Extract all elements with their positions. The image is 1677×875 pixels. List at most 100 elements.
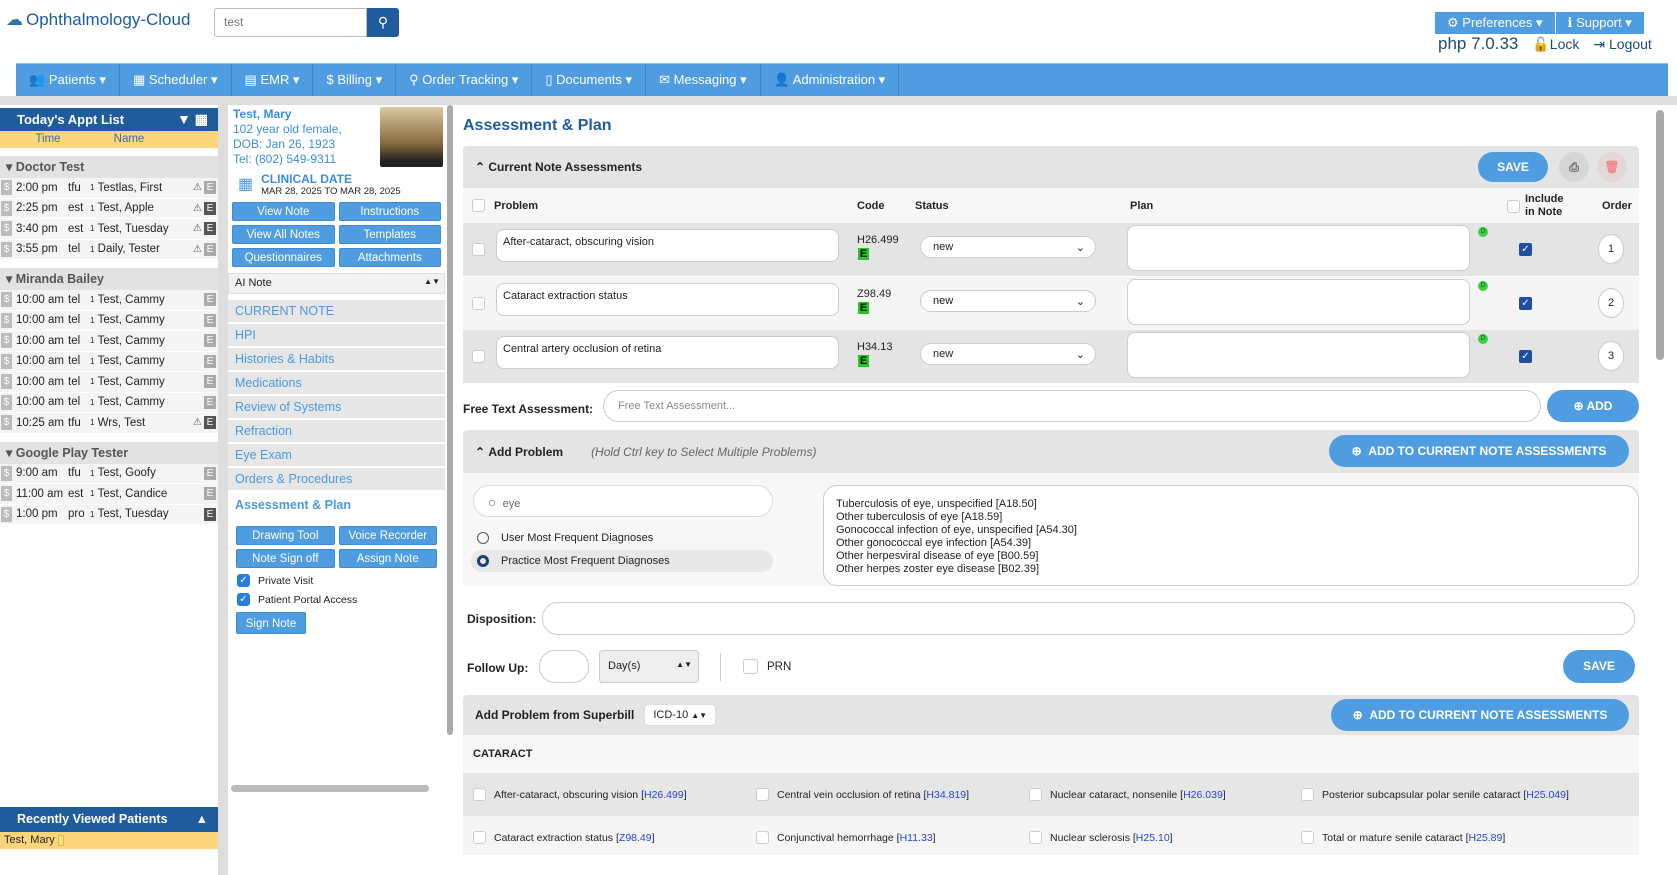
lock-link[interactable]: 🔓Lock — [1532, 36, 1579, 53]
order-field[interactable]: 3 — [1598, 341, 1624, 371]
order-field[interactable]: 2 — [1598, 287, 1624, 318]
radio-practice-frequent[interactable]: Practice Most Frequent Diagnoses — [471, 550, 773, 572]
nav-administration[interactable]: 👤 Administration ▾ — [761, 64, 900, 96]
appt-row[interactable]: $10:25 am tfu 1 Wrs, Test ⚠ E — [0, 413, 218, 434]
drawing-tool-button[interactable]: Drawing Tool — [236, 526, 335, 545]
superbill-item[interactable]: Nuclear sclerosis [H25.10] — [1029, 831, 1173, 844]
emr-icon[interactable]: E — [204, 416, 216, 430]
assign-note-button[interactable]: Assign Note — [338, 549, 437, 568]
emr-icon[interactable]: E — [204, 375, 216, 389]
superbill-item[interactable]: Conjunctival hemorrhage [H11.33] — [756, 831, 936, 844]
panel-hscrollbar[interactable] — [231, 785, 429, 792]
nav-billing[interactable]: $ Billing ▾ — [313, 64, 397, 96]
collapse-icon[interactable]: ▲ — [196, 807, 208, 832]
provider-group[interactable]: ▾ Google Play Tester — [0, 441, 218, 464]
recently-viewed-header[interactable]: Recently Viewed Patients ▲ — [0, 807, 218, 832]
superbill-item[interactable]: Nuclear cataract, nonsenile [H26.039] — [1029, 788, 1226, 801]
d-badge[interactable]: D — [1478, 334, 1488, 344]
problem-textarea[interactable]: After-cataract, obscuring vision — [496, 229, 839, 262]
emr-icon[interactable]: E — [204, 507, 216, 521]
appt-row[interactable]: $10:00 am tel 1 Test, Cammy E — [0, 290, 218, 311]
superbill-item[interactable]: Central vein occlusion of retina [H34.81… — [756, 788, 969, 801]
emr-icon[interactable]: E — [204, 242, 216, 256]
trash-icon[interactable]: 🗑 — [1597, 152, 1627, 182]
plan-textarea[interactable] — [1127, 225, 1470, 271]
row-checkbox[interactable] — [472, 243, 485, 256]
provider-group[interactable]: ▾ Doctor Test — [0, 156, 218, 178]
search-button[interactable]: ⚲ — [367, 8, 399, 37]
order-field[interactable]: 1 — [1598, 234, 1624, 264]
emr-icon[interactable]: E — [204, 293, 216, 307]
provider-group[interactable]: ▾ Miranda Bailey — [0, 268, 218, 290]
note-section-link[interactable]: HPI — [228, 324, 445, 346]
instructions-button[interactable]: Instructions — [338, 202, 441, 221]
current-note-header[interactable]: ⌃ Current Note Assessments SAVE ⎙ 🗑 — [463, 146, 1639, 188]
note-sign-off-button[interactable]: Note Sign off — [236, 549, 335, 568]
diagnosis-option[interactable]: Other herpesviral disease of eye [B00.59… — [836, 550, 1626, 563]
status-select[interactable]: new ⌄ — [920, 343, 1096, 365]
note-type-select[interactable]: AI Note ▲▼ — [228, 273, 445, 294]
view-all-notes-button[interactable]: View All Notes — [232, 225, 335, 244]
add-to-current-note-button[interactable]: ⊕ ADD TO CURRENT NOTE ASSESSMENTS — [1329, 435, 1629, 467]
emr-icon[interactable]: E — [204, 181, 216, 195]
status-select[interactable]: new ⌄ — [920, 289, 1096, 312]
recent-patient[interactable]: Test, Mary — [0, 832, 218, 849]
nav-scheduler[interactable]: ▦ Scheduler ▾ — [120, 64, 232, 96]
note-section-link[interactable]: Eye Exam — [228, 444, 445, 466]
add-button[interactable]: ⊕ ADD — [1547, 390, 1639, 422]
emr-icon[interactable]: E — [204, 487, 216, 501]
superbill-item[interactable]: Cataract extraction status [Z98.49] — [473, 831, 655, 844]
radio-user-frequent[interactable]: User Most Frequent Diagnoses — [477, 532, 653, 544]
print-icon[interactable]: ⎙ — [1559, 152, 1589, 182]
add-problem-header[interactable]: ⌃ Add Problem (Hold Ctrl key to Select M… — [463, 430, 1639, 473]
appt-row[interactable]: $10:00 am tel 1 Test, Cammy E — [0, 392, 218, 413]
disposition-input[interactable] — [542, 602, 1635, 635]
emr-icon[interactable]: E — [204, 466, 216, 480]
app-logo[interactable]: ☁ Ophthalmology-Cloud — [6, 10, 190, 30]
diagnosis-option[interactable]: Other tuberculosis of eye [A18.59] — [836, 511, 1626, 524]
col-time[interactable]: Time — [0, 131, 96, 148]
appt-row[interactable]: $3:40 pm est 1 Test, Tuesday ⚠ E — [0, 219, 218, 240]
main-scrollbar[interactable] — [1656, 110, 1664, 360]
collapse-icon[interactable]: ⌃ — [475, 160, 488, 174]
problem-search-input[interactable]: ○ eye — [473, 485, 773, 517]
problem-textarea[interactable]: Central artery occlusion of retina — [496, 336, 839, 369]
superbill-item[interactable]: Total or mature senile cataract [H25.89] — [1301, 831, 1505, 844]
include-all-checkbox[interactable] — [1507, 200, 1520, 213]
save-followup-button[interactable]: SAVE — [1563, 650, 1635, 683]
nav-documents[interactable]: ▯ Documents ▾ — [532, 64, 647, 96]
note-section-link[interactable]: Orders & Procedures — [228, 468, 445, 490]
nav-emr[interactable]: ▤ EMR ▾ — [232, 64, 314, 96]
prn-checkbox[interactable] — [743, 659, 758, 674]
appt-row[interactable]: $10:00 am tel 1 Test, Cammy E — [0, 331, 218, 352]
emr-icon[interactable]: E — [204, 354, 216, 368]
nav-patients[interactable]: 👥 Patients ▾ — [16, 64, 120, 96]
appt-row[interactable]: $10:00 am tel 1 Test, Cammy E — [0, 372, 218, 393]
d-badge[interactable]: D — [1478, 280, 1488, 291]
attachments-button[interactable]: Attachments — [338, 248, 441, 267]
note-section-link[interactable]: Refraction — [228, 420, 445, 442]
appt-row[interactable]: $11:00 am est 1 Test, Candice E — [0, 484, 218, 505]
nav-order-tracking[interactable]: ⚲ Order Tracking ▾ — [396, 64, 533, 96]
appt-row[interactable]: $9:00 am tfu 1 Test, Goofy E — [0, 463, 218, 484]
free-text-assessment-input[interactable]: Free Text Assessment... — [603, 390, 1541, 422]
diagnosis-option[interactable]: Gonococcal infection of eye, unspecified… — [836, 524, 1626, 537]
nav-messaging[interactable]: ✉ Messaging ▾ — [646, 64, 761, 96]
logout-link[interactable]: ⇥ Logout — [1593, 36, 1651, 53]
problem-textarea[interactable]: Cataract extraction status — [496, 282, 839, 316]
e-badge[interactable]: E — [858, 355, 869, 367]
plan-textarea[interactable] — [1127, 332, 1470, 378]
sign-note-button[interactable]: Sign Note — [236, 612, 306, 634]
superbill-item[interactable]: After-cataract, obscuring vision [H26.49… — [473, 788, 687, 801]
d-badge[interactable]: D — [1478, 227, 1488, 237]
patient-search-input[interactable]: test — [214, 8, 367, 37]
include-checkbox[interactable]: ✓ — [1519, 296, 1532, 310]
emr-icon[interactable]: E — [204, 313, 216, 327]
voice-recorder-button[interactable]: Voice Recorder — [338, 526, 437, 545]
superbill-item[interactable]: Posterior subcapsular polar senile catar… — [1301, 788, 1569, 801]
questionnaires-button[interactable]: Questionnaires — [232, 248, 335, 267]
col-name[interactable]: Name — [96, 131, 162, 148]
row-checkbox[interactable] — [472, 296, 485, 310]
note-section-link[interactable]: Medications — [228, 372, 445, 394]
view-note-button[interactable]: View Note — [232, 202, 335, 221]
